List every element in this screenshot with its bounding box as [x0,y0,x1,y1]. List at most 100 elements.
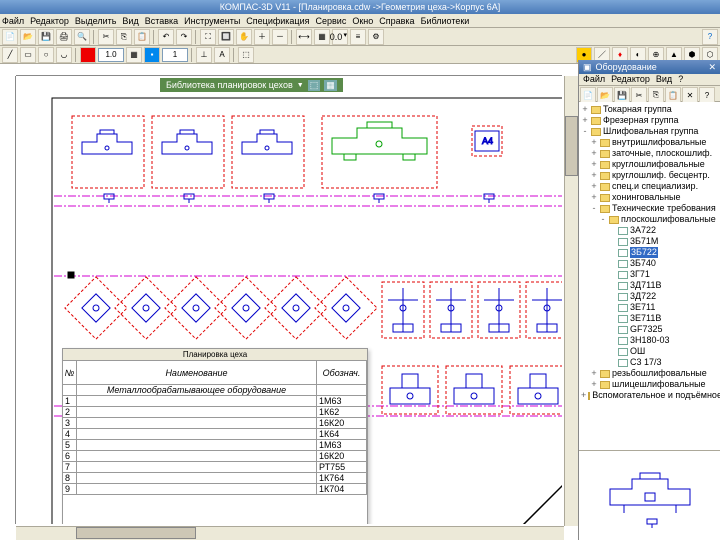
lib-btn1[interactable]: ⬚ [308,80,321,91]
panel-cut-icon[interactable]: ✂ [631,87,647,103]
tree-item[interactable]: +Фрезерная группа [581,115,718,126]
chevron-down-icon[interactable]: ▼ [297,82,304,89]
cut-icon[interactable]: ✂ [98,29,114,45]
zoom-in-icon[interactable]: ＋ [254,29,270,45]
expand-icon[interactable]: - [581,126,589,137]
menu-libs[interactable]: Библиотеки [421,16,470,26]
expand-icon[interactable]: + [590,192,598,203]
tree-item[interactable]: +заточные, плоскошлиф. [581,148,718,159]
save-icon[interactable]: 💾 [38,29,54,45]
copy-icon[interactable]: ⎘ [116,29,132,45]
expand-icon[interactable]: + [590,379,598,390]
props-icon[interactable]: ⚙ [368,29,384,45]
arc-icon[interactable]: ◡ [56,47,72,63]
menu-spec[interactable]: Спецификация [246,16,309,26]
tree-item[interactable]: +хонинговальные [581,192,718,203]
redo-icon[interactable]: ↷ [176,29,192,45]
panel-title-bar[interactable]: ▣ Оборудование ✕ [579,60,720,74]
tree-item[interactable]: 3Е711В [581,313,718,324]
expand-icon[interactable]: + [581,104,589,115]
new-icon[interactable]: 📄 [2,29,18,45]
print-icon[interactable]: 🖨 [56,29,72,45]
tree-item[interactable]: GF7325 [581,324,718,335]
tree-item[interactable]: -Шлифовальная группа [581,126,718,137]
layer-color[interactable] [80,47,96,63]
panel-paste-icon[interactable]: 📋 [665,87,681,103]
text-icon[interactable]: A [214,47,230,63]
panel-new-icon[interactable]: 📄 [580,87,596,103]
expand-icon[interactable]: + [590,368,598,379]
tree-item[interactable]: +круглошлифовальные [581,159,718,170]
group-icon[interactable]: ⬚ [238,47,254,63]
snap-icon[interactable]: ▪ [144,47,160,63]
panel-menu-help[interactable]: ? [678,74,683,85]
rect-icon[interactable]: ▭ [20,47,36,63]
dim-icon[interactable]: ⟷ [296,29,312,45]
expand-icon[interactable]: - [599,214,607,225]
paste-icon[interactable]: 📋 [134,29,150,45]
expand-icon[interactable]: + [590,148,598,159]
tree-item[interactable]: 3Д722 [581,291,718,302]
snap-input[interactable] [162,48,188,62]
tree-item[interactable]: 3А722 [581,225,718,236]
tree-item[interactable]: 3Б740 [581,258,718,269]
scrollbar-horizontal[interactable] [16,526,564,540]
lib-btn2[interactable]: ▦ [324,80,337,91]
tree-item[interactable]: +внутришлифовальные [581,137,718,148]
expand-icon[interactable]: + [581,115,589,126]
angle-dd[interactable]: 0.0 [332,29,348,45]
menu-window[interactable]: Окно [352,16,373,26]
expand-icon[interactable]: - [590,203,598,214]
tree-item[interactable]: ОШ [581,346,718,357]
spec-table[interactable]: Планировка цеха № Наименование Обознач. … [62,348,368,524]
panel-open-icon[interactable]: 📂 [597,87,613,103]
grid-icon[interactable]: ▦ [126,47,142,63]
tree-item[interactable]: -плоскошлифовальные [581,214,718,225]
tree-item[interactable]: +резьбошлифовальные [581,368,718,379]
tree-item[interactable]: +Вспомогательное и подъёмное оборудовани… [581,390,718,401]
expand-icon[interactable]: + [581,390,586,401]
tree-item[interactable]: 3Г71 [581,269,718,280]
tree-item[interactable]: 3Б722 [581,247,718,258]
line-icon[interactable]: ╱ [2,47,18,63]
panel-menu-file[interactable]: Файл [583,74,605,85]
zoom-out-icon[interactable]: － [272,29,288,45]
panel-help-icon[interactable]: ? [699,87,715,103]
panel-copy-icon[interactable]: ⎘ [648,87,664,103]
expand-icon[interactable]: + [590,170,598,181]
scrollbar-vertical[interactable] [564,76,578,526]
expand-icon[interactable]: + [590,137,598,148]
zoom-window-icon[interactable]: 🔲 [218,29,234,45]
open-icon[interactable]: 📂 [20,29,36,45]
panel-menu-edit[interactable]: Редактор [611,74,650,85]
tree-item[interactable]: 3Б71М [581,236,718,247]
panel-save-icon[interactable]: 💾 [614,87,630,103]
tree-item[interactable]: +шлицешлифовальные [581,379,718,390]
close-icon[interactable]: ✕ [708,62,716,73]
panel-menu-view[interactable]: Вид [656,74,672,85]
menu-tools[interactable]: Инструменты [184,16,240,26]
tree-item[interactable]: +Токарная группа [581,104,718,115]
menu-select[interactable]: Выделить [75,16,117,26]
menu-insert[interactable]: Вставка [145,16,178,26]
menu-file[interactable]: Файл [2,16,24,26]
tree-item[interactable]: 3Н180-03 [581,335,718,346]
help-icon[interactable]: ? [702,29,718,45]
tree-item[interactable]: С3 17/3 [581,357,718,368]
menu-edit[interactable]: Редактор [30,16,69,26]
library-bar[interactable]: Библиотека планировок цехов ▼ ⬚ ▦ [160,78,343,92]
tree-item[interactable]: 3Д711В [581,280,718,291]
panel-del-icon[interactable]: ✕ [682,87,698,103]
expand-icon[interactable]: + [590,159,598,170]
menu-help[interactable]: Справка [379,16,414,26]
drawing-canvas[interactable]: Библиотека планировок цехов ▼ ⬚ ▦ [32,76,562,524]
tree-item[interactable]: +круглошлиф. бесцентр. [581,170,718,181]
tree-item[interactable]: 3Е711 [581,302,718,313]
menu-service[interactable]: Сервис [316,16,347,26]
hatch-icon[interactable]: ▦ [314,29,330,45]
menu-view[interactable]: Вид [122,16,138,26]
circle-icon[interactable]: ○ [38,47,54,63]
undo-icon[interactable]: ↶ [158,29,174,45]
zoom-input[interactable] [98,48,124,62]
pan-icon[interactable]: ✋ [236,29,252,45]
